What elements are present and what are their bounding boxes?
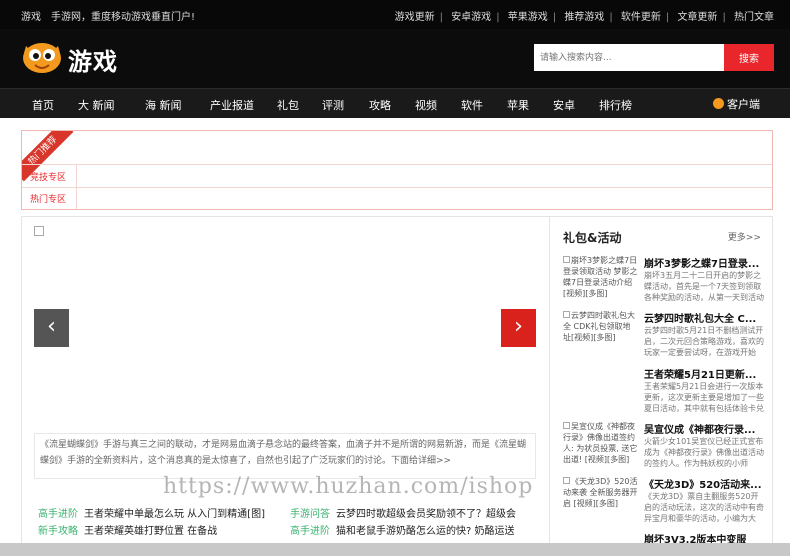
logo-text: 游戏 (68, 48, 118, 76)
news-item[interactable]: 新手攻略 王者荣耀英雄打野位置 在备战 (38, 522, 217, 537)
gift-title: 崩坏3梦影之蝶7日登录... (644, 259, 760, 270)
gift-thumbnail (563, 366, 638, 416)
nav-videos[interactable]: 视频 (415, 97, 437, 113)
top-link-game-updates[interactable]: 游戏更新 (395, 12, 435, 23)
news-title: 云梦四时歌超级会员奖励领不了？超级会 (336, 509, 516, 520)
gift-desc: 云梦四时歌5月21日不删档测试开启，二次元回合策略游戏，喜欢的玩家一定要尝试呀，… (644, 326, 764, 357)
slider-next-button[interactable]: › (501, 309, 536, 347)
top-links: 游戏更新 | 安卓游戏 | 苹果游戏 | 推荐游戏 | 软件更新 | 文章更新 | 热门文章 (394, 12, 774, 23)
search-button[interactable]: 搜索 (724, 44, 774, 71)
nav-reviews[interactable]: 评测 (322, 97, 344, 113)
sidebar-more-link[interactable]: 更多>> (728, 230, 761, 243)
hot-zone-popular[interactable]: 热门专区 (30, 192, 66, 205)
nav-client[interactable]: 客户端 (713, 96, 760, 112)
slogan-prefix: 游戏 (21, 12, 41, 23)
thumb-alt-text: 崩坏3梦影之蝶7日登录领取活动 梦影之蝶7日登录活动介绍[视频][多图] (563, 256, 638, 298)
search-bar: 搜索 (534, 44, 774, 71)
gift-item[interactable]: 云梦四时歌礼包大全 CDK礼包领取地址[视频][多图] 云梦四时歌礼包大全 C.… (563, 310, 768, 360)
gift-title: 吴宣仪成《神都夜行录... (644, 425, 756, 436)
main-content: ‹ › 《流星蝴蝶剑》手游与真三之间的联动，才是网易血滴子悬念站的最终答案，血滴… (21, 216, 773, 556)
gift-thumbnail: 吴宣仪成《神都夜行录》佛像出道签约人: 为状员投票, 送它出道! [视频][多图… (563, 421, 638, 471)
nav-software[interactable]: 软件 (461, 97, 483, 113)
main-nav: 首页 大 新闻 海 新闻 产业报道 礼包 评测 攻略 视频 软件 苹果 安卓 排… (0, 88, 790, 118)
hot-divider-1 (22, 164, 772, 165)
broken-image-icon (563, 311, 570, 318)
nav-android[interactable]: 安卓 (553, 97, 575, 113)
broken-image-icon (563, 422, 570, 429)
watermark-text: https://www.huzhan.com/ishop (163, 474, 534, 499)
top-link-ios-games[interactable]: 苹果游戏 (508, 12, 548, 23)
horizontal-scrollbar[interactable] (0, 543, 790, 556)
hot-divider-2 (22, 187, 772, 188)
hot-vertical-divider (76, 164, 77, 209)
gift-desc: 火箭少女101吴宣仪已经正式宣布成为《神都夜行录》佛像出道活动的签约人。作为韩妖… (644, 437, 764, 468)
thumb-alt-text: 《天龙3D》520活动来袭 全新服务器开启 [视频][多图] (563, 477, 638, 508)
top-link-hot-articles[interactable]: 热门文章 (734, 12, 774, 23)
top-link-software-updates[interactable]: 软件更新 (621, 12, 661, 23)
gift-item[interactable]: 王者荣耀5月21日更新... 王者荣耀5月21日会进行一次版本更新，这次更新主要… (563, 366, 768, 416)
news-item[interactable]: 高手进阶 王者荣耀中单最怎么玩 从入门到精通[图] (38, 505, 265, 520)
news-tag: 新手攻略 (38, 526, 78, 537)
mascot-logo-icon (23, 43, 61, 73)
broken-image-icon (563, 477, 570, 484)
gift-desc: 崩坏3五月二十二日开启的梦影之蝶活动，首先是一个7天签到领取各种奖励的活动，从第… (644, 271, 764, 302)
gift-item[interactable]: 《天龙3D》520活动来袭 全新服务器开启 [视频][多图] 《天龙3D》520… (563, 476, 768, 526)
gift-desc: 《天龙3D》票自主翻服务520开启的活动玩法，这次的活动中有奇异宝月和豪华的活动… (644, 492, 764, 523)
nav-rankings[interactable]: 排行榜 (599, 97, 632, 113)
gift-activity-sidebar: 礼包&活动 更多>> 崩坏3梦影之蝶7日登录领取活动 梦影之蝶7日登录活动介绍[… (549, 217, 773, 555)
gift-title: 《天龙3D》520活动来... (644, 480, 762, 491)
news-title: 王者荣耀中单最怎么玩 从入门到精通[图] (84, 509, 265, 520)
nav-industry[interactable]: 产业报道 (210, 97, 254, 113)
client-label: 客户端 (727, 98, 760, 111)
broken-image-icon (34, 226, 44, 236)
gift-title: 王者荣耀5月21日更新... (644, 370, 757, 381)
nav-sea-news[interactable]: 海 新闻 (145, 97, 182, 113)
hot-recommend-box: 热门推荐 竞技专区 热门专区 (21, 130, 773, 210)
news-title: 王者荣耀英雄打野位置 在备战 (84, 526, 218, 537)
nav-home[interactable]: 首页 (32, 97, 54, 113)
slider-prev-button[interactable]: ‹ (34, 309, 69, 347)
news-item[interactable]: 高手进阶 猫和老鼠手游奶酪怎么运的快? 奶酪运送 (290, 522, 515, 537)
top-bar: 游戏 手游网，重度移动游戏垂直门户! 游戏更新 | 安卓游戏 | 苹果游戏 | 推荐游戏… (0, 0, 790, 29)
news-tag: 手游问答 (290, 509, 330, 520)
top-link-recommended[interactable]: 推荐游戏 (564, 12, 604, 23)
news-item[interactable]: 手游问答 云梦四时歌超级会员奖励领不了？超级会 (290, 505, 516, 520)
hot-zone-competitive[interactable]: 竞技专区 (30, 170, 66, 183)
nav-guides[interactable]: 攻略 (369, 97, 391, 113)
image-slider: ‹ › 《流星蝴蝶剑》手游与真三之间的联动，才是网易血滴子悬念站的最终答案，血滴… (22, 217, 549, 479)
news-tag: 高手进阶 (290, 526, 330, 537)
gift-thumbnail: 崩坏3梦影之蝶7日登录领取活动 梦影之蝶7日登录活动介绍[视频][多图] (563, 255, 638, 305)
gift-item[interactable]: 崩坏3梦影之蝶7日登录领取活动 梦影之蝶7日登录活动介绍[视频][多图] 崩坏3… (563, 255, 768, 305)
news-title: 猫和老鼠手游奶酪怎么运的快? 奶酪运送 (336, 526, 515, 537)
nav-big-news[interactable]: 大 新闻 (78, 97, 115, 113)
slogan-text: 手游网，重度移动游戏垂直门户! (51, 12, 196, 23)
top-link-article-updates[interactable]: 文章更新 (677, 12, 717, 23)
top-link-android-games[interactable]: 安卓游戏 (451, 12, 491, 23)
sidebar-title: 礼包&活动 (563, 231, 622, 245)
gift-title: 云梦四时歌礼包大全 C... (644, 314, 757, 325)
slider-caption[interactable]: 《流星蝴蝶剑》手游与真三之间的联动，才是网易血滴子悬念站的最终答案，血滴子并不是… (34, 433, 536, 479)
thumb-alt-text: 吴宣仪成《神都夜行录》佛像出道签约人: 为状员投票, 送它出道! [视频][多图… (563, 422, 638, 464)
gift-thumbnail: 《天龙3D》520活动来袭 全新服务器开启 [视频][多图] (563, 476, 638, 526)
gift-item[interactable]: 吴宣仪成《神都夜行录》佛像出道签约人: 为状员投票, 送它出道! [视频][多图… (563, 421, 768, 471)
gift-desc: 王者荣耀5月21日会进行一次版本更新，这次更新主要是增加了一些夏日活动，其中就有… (644, 382, 764, 413)
site-slogan: 游戏 手游网，重度移动游戏垂直门户! (21, 8, 205, 23)
site-header: 游戏 搜索 (0, 29, 790, 88)
client-icon (713, 98, 724, 109)
broken-image-icon (563, 256, 570, 263)
news-tag: 高手进阶 (38, 509, 78, 520)
nav-gifts[interactable]: 礼包 (277, 97, 299, 113)
nav-apple[interactable]: 苹果 (507, 97, 529, 113)
thumb-alt-text: 云梦四时歌礼包大全 CDK礼包领取地址[视频][多图] (563, 311, 635, 342)
search-input[interactable] (534, 44, 724, 71)
site-logo[interactable]: 游戏 (22, 37, 140, 79)
gift-thumbnail: 云梦四时歌礼包大全 CDK礼包领取地址[视频][多图] (563, 310, 638, 360)
